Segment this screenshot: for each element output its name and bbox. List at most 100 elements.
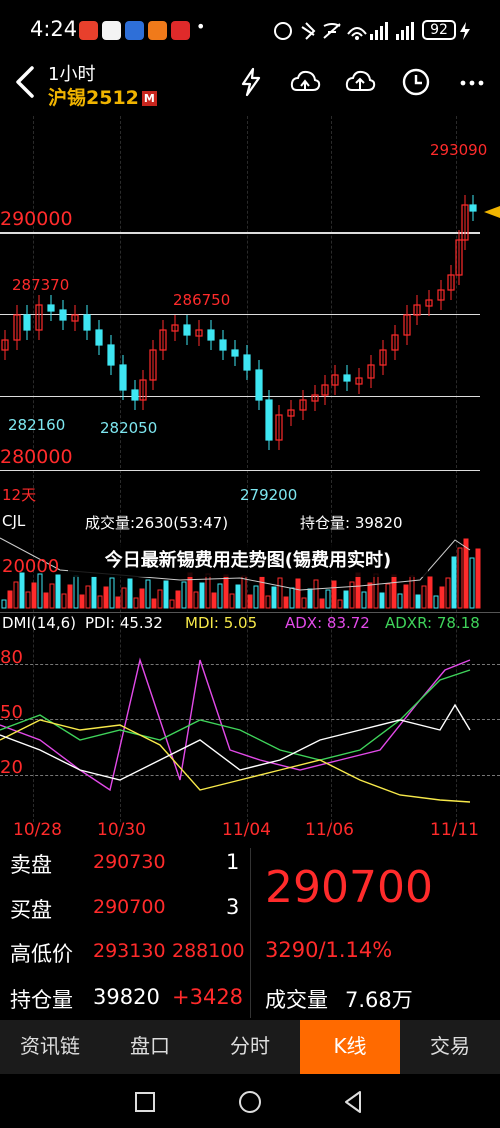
price-label-282160: 282160 [8,416,66,434]
volume-bar [151,598,157,609]
volume-bar [391,574,397,609]
symbol-name: 沪锡2512 [48,87,139,109]
volume-bar [55,574,61,609]
volume-bar [91,576,97,609]
date-label: 11/06 [305,820,354,840]
charging-icon [460,22,470,40]
candle-body [59,309,67,321]
volume-bar [139,588,145,609]
volume-axis-label: 20000 [2,556,60,577]
back-triangle-icon[interactable] [342,1090,364,1114]
recents-square-icon[interactable] [134,1091,156,1113]
home-circle-icon[interactable] [238,1090,262,1114]
news-banner[interactable]: 今日最新锡费用走势图(锡费用实时) [68,545,428,577]
candle-body [119,364,127,391]
tab-intraday[interactable]: 分时 [200,1020,300,1074]
tab-order-book[interactable]: 盘口 [100,1020,200,1074]
adxr-line [0,669,471,761]
lightning-icon[interactable] [235,66,267,98]
volume-bar [451,556,457,609]
open-interest-label: 持仓量 [10,988,73,1012]
candlestick-chart[interactable] [0,110,500,510]
app-icon-orange [148,21,167,40]
app-icon-red2 [171,21,190,40]
volume-bar [229,593,235,609]
dmi-chart [0,657,471,803]
volume-bar [319,598,325,609]
price-change: 3290/1.14% [265,938,393,962]
app-icon-blue [102,21,121,40]
volume-bar [289,587,295,609]
date-label: 11/11 [430,820,479,840]
volume-bar [415,594,421,609]
volume-bar [421,585,427,609]
tab-trade[interactable]: 交易 [400,1020,500,1074]
high-price-label: 293090 [430,141,488,159]
day-high: 293130 [93,940,166,962]
volume-bar [301,597,307,609]
volume-bar [211,592,217,609]
volume-bar [265,595,271,609]
volume-bar [79,594,85,609]
volume-bar [31,582,37,609]
volume-bar [121,587,127,609]
volume-bar [181,581,187,609]
tab-news-chain[interactable]: 资讯链 [0,1020,100,1074]
status-time: 4:24 [30,17,78,41]
volume-bar [295,578,301,609]
buy-qty: 3 [226,895,240,919]
candle-body [255,369,263,401]
volume-bar [331,580,337,609]
volume-bar [439,586,445,609]
volume-bar [433,595,439,609]
candle-body [219,339,227,351]
volume-bar [307,588,313,609]
buy-price: 290700 [93,896,166,918]
volume-value-panel: 7.68万 [345,988,413,1012]
volume-bar [253,585,259,609]
candle-body [47,304,55,312]
back-arrow-icon[interactable] [12,64,42,100]
volume-bar [223,574,229,609]
volume-bar [85,585,91,609]
volume-bar [283,596,289,609]
volume-bar [427,576,433,609]
system-nav-bar [0,1074,500,1128]
candle-body [23,314,31,331]
open-interest: 39820 [93,985,160,1009]
volume-bar [67,584,73,609]
candle-body [131,389,139,401]
cloud-upload-icon[interactable] [344,66,376,98]
volume-bar [337,599,343,609]
app-icon-red [79,21,98,40]
candle-body [107,344,115,366]
volume-bar [235,584,241,609]
volume-bar [355,572,361,609]
volume-bar [61,593,67,609]
high-low-label: 高低价 [10,942,73,966]
volume-bar [397,593,403,609]
more-icon[interactable] [456,66,488,98]
volume-bar [115,596,121,609]
volume-bar [445,577,451,609]
volume-bar [385,583,391,609]
volume-bar [25,591,31,609]
volume-bar [379,592,385,609]
clock-icon[interactable] [400,66,432,98]
tab-kline[interactable]: K线 [300,1020,400,1074]
volume-bar [373,573,379,609]
main-contract-badge: M [141,91,157,106]
volume-bar [343,590,349,609]
price-label-287370: 287370 [12,276,70,294]
price-label-282050: 282050 [100,419,158,437]
cloud-sync-icon[interactable] [289,66,321,98]
buy-label: 买盘 [10,898,52,922]
volume-bar [247,594,253,609]
volume-label: 成交量 [265,988,328,1012]
volume-bar [457,547,463,609]
sell-qty: 1 [226,850,240,874]
volume-bar [403,584,409,609]
volume-bar [463,538,469,609]
volume-bar [163,580,169,609]
symbol-title[interactable]: 沪锡2512 M [48,83,157,110]
